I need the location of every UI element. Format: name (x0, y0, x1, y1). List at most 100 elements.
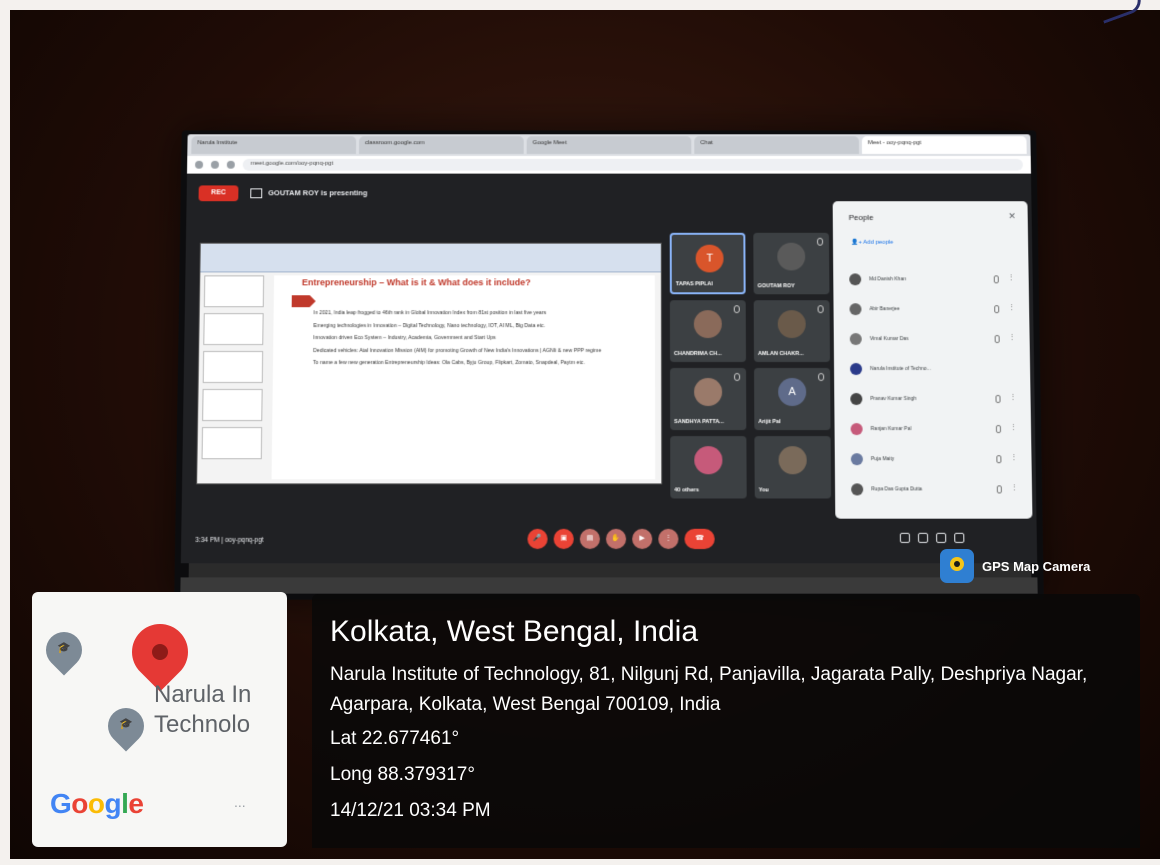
google-logo: Google (50, 788, 144, 819)
avatar (693, 310, 722, 339)
mic-off-icon (994, 305, 1000, 314)
browser-tab-active[interactable]: Meet - ooy-pqnq-pgt (861, 136, 1027, 154)
activities-icon[interactable] (954, 532, 965, 543)
person-name: Puja Maity (870, 456, 895, 463)
call-controls: 🎤 ▣ ▤ ✋ ▶ ⋮ ☎ (527, 528, 715, 550)
people-list-item[interactable]: Pranav Kumar Singh ⋮ (850, 390, 1020, 410)
monitor-bezel (180, 577, 1038, 594)
end-call-icon[interactable]: ☎ (684, 528, 715, 550)
participant-tile[interactable]: You (754, 436, 832, 499)
mic-toggle-icon[interactable]: 🎤 (527, 528, 548, 550)
google-meet-window: REC GOUTAM ROY is presenting Entrepreneu… (180, 173, 1038, 564)
monitor-screen: Narula Institute classroom.google.com Go… (174, 130, 1044, 600)
gps-camera-label: GPS Map Camera (982, 558, 1091, 574)
camera-toggle-icon[interactable]: ▣ (553, 528, 574, 550)
slide-bullets: In 2021, India leap frogged to 46th rank… (313, 309, 653, 371)
address-bar[interactable]: meet.google.com/ooy-pqnq-pgt (242, 158, 1023, 171)
browser-tab[interactable]: classroom.google.com (358, 136, 524, 154)
browser-tab[interactable]: Narula Institute (191, 136, 357, 154)
forward-icon[interactable] (210, 160, 219, 169)
timestamp: 14/12/21 03:34 PM (330, 800, 491, 821)
present-icon[interactable]: ▶ (632, 528, 653, 550)
mic-off-icon (733, 305, 740, 314)
participant-tile[interactable]: T TAPAS PIPLAI (669, 232, 746, 295)
close-icon[interactable]: ✕ (1008, 211, 1016, 222)
participant-tile[interactable]: GOUTAM ROY (753, 232, 830, 295)
participant-name: GOUTAM ROY (757, 283, 795, 290)
avatar (850, 453, 863, 466)
full-address: Narula Institute of Technology, 81, Nilg… (330, 664, 1088, 715)
raise-hand-icon[interactable]: ✋ (605, 528, 627, 550)
mic-off-icon (995, 425, 1002, 434)
avatar (778, 446, 807, 475)
add-person-icon: 👤+ (850, 239, 864, 246)
participant-name: CHANDRIMA CH... (673, 351, 722, 358)
slide-thumbnail[interactable] (201, 427, 263, 460)
add-people-button[interactable]: 👤+ Add people (851, 239, 894, 246)
recording-badge: REC (198, 185, 239, 202)
education-pin-icon: 🎓 (38, 624, 90, 682)
more-options-icon[interactable]: ⋮ (1009, 333, 1016, 341)
latitude: Lat 22.677461° (330, 728, 460, 749)
avatar (850, 392, 863, 406)
mic-off-icon (817, 237, 824, 246)
participant-grid: T TAPAS PIPLAI GOUTAM ROY CHANDRIMA CH..… (669, 232, 837, 499)
people-list-item[interactable]: Ranjan Kumar Pal ⋮ (850, 420, 1022, 440)
windows-taskbar (188, 563, 1032, 578)
graduation-cap-icon: 🎓 (57, 642, 71, 654)
more-options-icon[interactable]: ⋮ (1009, 393, 1016, 401)
browser-tab[interactable]: Chat (694, 136, 860, 154)
more-options-icon[interactable]: ⋮ (1008, 303, 1015, 311)
location-info-panel: Kolkata, West Bengal, India Narula Insti… (312, 594, 1140, 848)
mic-off-icon (996, 485, 1002, 494)
participant-name: SANDHYA PATTA... (674, 419, 724, 426)
participant-name: TAPAS PIPLAI (675, 281, 713, 288)
back-icon[interactable] (195, 160, 204, 169)
person-name: Rupa Das Gupta Dutta (871, 486, 923, 493)
more-options-icon[interactable]: ⋮ (1011, 483, 1018, 491)
info-icon[interactable] (899, 532, 911, 543)
side-controls (899, 532, 965, 543)
map-place-label: Narula In Technolo (154, 681, 252, 738)
people-list-item[interactable]: Rupa Das Gupta Dutta ⋮ (851, 480, 1022, 500)
participant-name: AMLAN CHAKR... (757, 351, 804, 358)
presenting-banner: GOUTAM ROY is presenting (250, 185, 367, 201)
participant-name: 40 others (674, 487, 699, 494)
more-options-icon[interactable]: ⋮ (1010, 423, 1017, 431)
people-panel-title: People (848, 213, 874, 222)
graduation-cap-icon: 🎓 (119, 718, 133, 730)
more-options-icon[interactable]: ⋮ (658, 528, 679, 550)
person-name: Vimal Kumar Das (869, 336, 909, 343)
meet-control-bar: 3:34 PM | ooy-pqnq-pgt 🎤 ▣ ▤ ✋ ▶ ⋮ ☎ (181, 523, 1037, 563)
slide-bullet: Emerging technologies in Innovation – Di… (313, 322, 546, 329)
participant-tile[interactable]: SANDHYA PATTA... (670, 367, 747, 431)
browser-tab[interactable]: Google Meet (526, 136, 692, 154)
slide-thumbnail[interactable] (202, 351, 264, 383)
captions-icon[interactable]: ▤ (579, 528, 600, 550)
more-options-icon[interactable]: ⋮ (1010, 453, 1017, 461)
slide-thumbnail[interactable] (203, 275, 265, 308)
people-list-item[interactable]: Md Danish Khan ⋮ (849, 270, 1019, 290)
participant-name: Arijit Pal (758, 419, 781, 426)
participant-tile[interactable]: A Arijit Pal (754, 367, 831, 431)
meeting-clock-code: 3:34 PM | ooy-pqnq-pgt (195, 536, 264, 544)
mic-off-icon (818, 372, 825, 381)
map-thumbnail: 🎓 🎓 Narula In Technolo Google ... (32, 592, 287, 847)
people-list-item[interactable]: Narula Institute of Techno... (850, 360, 1020, 380)
presenting-text: GOUTAM ROY is presenting (268, 188, 368, 198)
people-list-item[interactable]: Vimal Kumar Das ⋮ (849, 330, 1020, 350)
chat-icon[interactable] (936, 532, 947, 543)
people-list-item[interactable]: Abir Banerjee ⋮ (849, 300, 1019, 320)
people-icon[interactable] (917, 532, 929, 543)
people-list-item[interactable]: Puja Maity ⋮ (850, 450, 1022, 470)
participant-tile[interactable]: AMLAN CHAKR... (753, 300, 830, 363)
avatar (850, 363, 863, 375)
avatar: A (778, 377, 807, 407)
more-options-icon[interactable]: ⋮ (1008, 273, 1015, 281)
slide-bullet: To name a few new generation Entrepreneu… (312, 360, 585, 366)
participant-tile[interactable]: CHANDRIMA CH... (669, 300, 746, 363)
slide-thumbnail[interactable] (202, 388, 263, 422)
participant-tile[interactable]: 40 others (670, 436, 747, 499)
slide-thumbnail[interactable] (203, 313, 264, 346)
reload-icon[interactable] (226, 160, 235, 169)
